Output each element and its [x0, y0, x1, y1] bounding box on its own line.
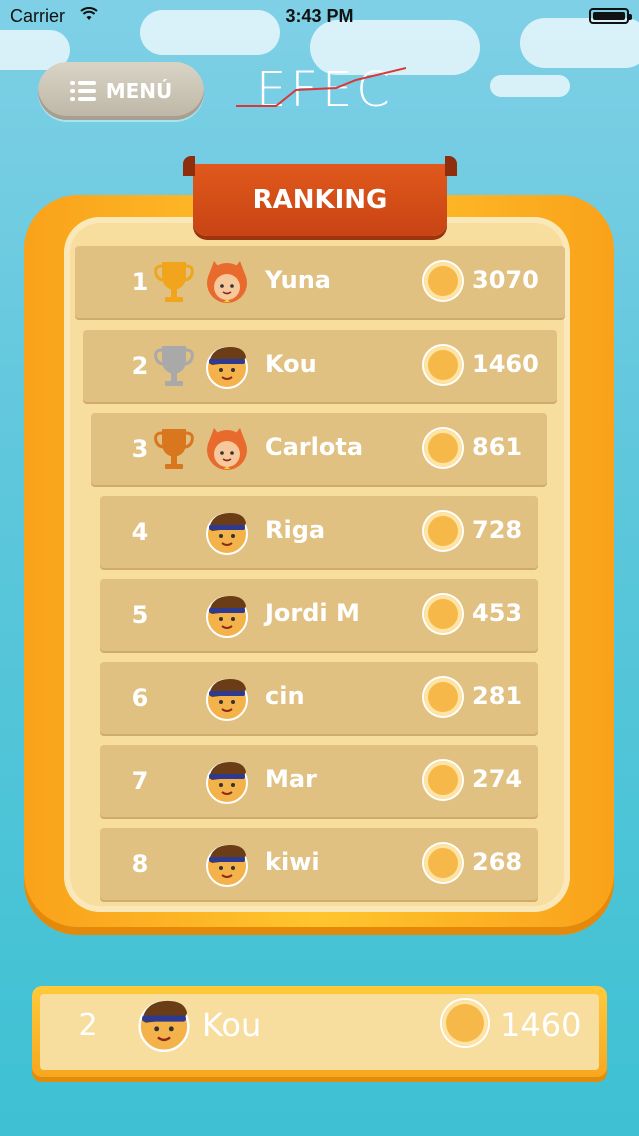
coin-icon	[424, 678, 462, 716]
coin-icon	[424, 429, 462, 467]
player-name: Carlota	[265, 433, 364, 461]
player-score: 1460	[472, 350, 539, 378]
player-score: 861	[472, 433, 523, 461]
boy-avatar-icon	[206, 347, 248, 389]
rank-number: 7	[131, 767, 149, 795]
ranking-row[interactable]: 5 Jordi M 453	[100, 579, 538, 651]
boy-avatar-icon	[138, 1000, 190, 1052]
player-score: 281	[472, 682, 523, 710]
player-name: Jordi M	[265, 599, 360, 627]
player-score: 453	[472, 599, 523, 627]
clock: 3:43 PM	[285, 6, 354, 26]
coin-icon	[424, 346, 462, 384]
player-name: cin	[265, 682, 305, 710]
ranking-row[interactable]: 1 Yuna 3070	[75, 246, 565, 318]
ranking-row[interactable]: 3 Carlota 861	[91, 413, 547, 485]
ranking-title-banner: RANKING	[183, 156, 457, 236]
boy-avatar-icon	[206, 513, 248, 555]
battery-icon	[589, 8, 632, 24]
status-bar: Carrier 3:43 PM	[0, 0, 639, 34]
player-score: 274	[472, 765, 523, 793]
player-name: Yuna	[265, 266, 331, 294]
ranking-title: RANKING	[252, 185, 388, 215]
cloud	[490, 75, 570, 97]
boy-avatar-icon	[206, 679, 248, 721]
rank-number: 5	[131, 601, 149, 629]
coin-icon	[424, 512, 462, 550]
ranking-row[interactable]: 4 Riga 728	[100, 496, 538, 568]
boy-avatar-icon	[206, 845, 248, 887]
coin-icon	[424, 844, 462, 882]
current-user-rank: 2	[78, 1008, 98, 1043]
ranking-row[interactable]: 6 cin 281	[100, 662, 538, 734]
rank-number: 8	[131, 850, 149, 878]
player-score: 3070	[472, 266, 539, 294]
player-name: Mar	[265, 765, 317, 793]
app-logo: EFEC	[236, 62, 406, 122]
boy-avatar-icon	[206, 596, 248, 638]
silver-trophy-icon	[154, 346, 194, 386]
hamburger-icon	[69, 81, 96, 101]
player-score: 728	[472, 516, 523, 544]
ranking-row[interactable]: 8 kiwi 268	[100, 828, 538, 900]
cat-girl-avatar-icon	[207, 261, 247, 303]
current-user-score: 1460	[500, 1006, 582, 1044]
logo-strike	[236, 67, 406, 107]
gold-trophy-icon	[154, 262, 194, 302]
coin-icon	[424, 761, 462, 799]
player-score: 268	[472, 848, 523, 876]
ranking-row[interactable]: 2 Kou 1460	[83, 330, 557, 402]
coin-icon	[442, 1000, 488, 1046]
player-name: Kou	[265, 350, 317, 378]
current-user-name: Kou	[202, 1006, 262, 1044]
boy-avatar-icon	[206, 762, 248, 804]
menu-label: MENÚ	[105, 79, 173, 103]
coin-icon	[424, 595, 462, 633]
rank-number: 6	[131, 684, 149, 712]
bronze-trophy-icon	[154, 429, 194, 469]
cat-girl-avatar-icon	[207, 428, 247, 470]
current-user-bar: 2 Kou 1460	[32, 986, 607, 1082]
rank-number: 4	[131, 518, 149, 546]
player-name: Riga	[265, 516, 326, 544]
ranking-row[interactable]: 7 Mar 274	[100, 745, 538, 817]
menu-button[interactable]: MENÚ	[38, 62, 204, 120]
player-name: kiwi	[265, 848, 320, 876]
coin-icon	[424, 262, 462, 300]
